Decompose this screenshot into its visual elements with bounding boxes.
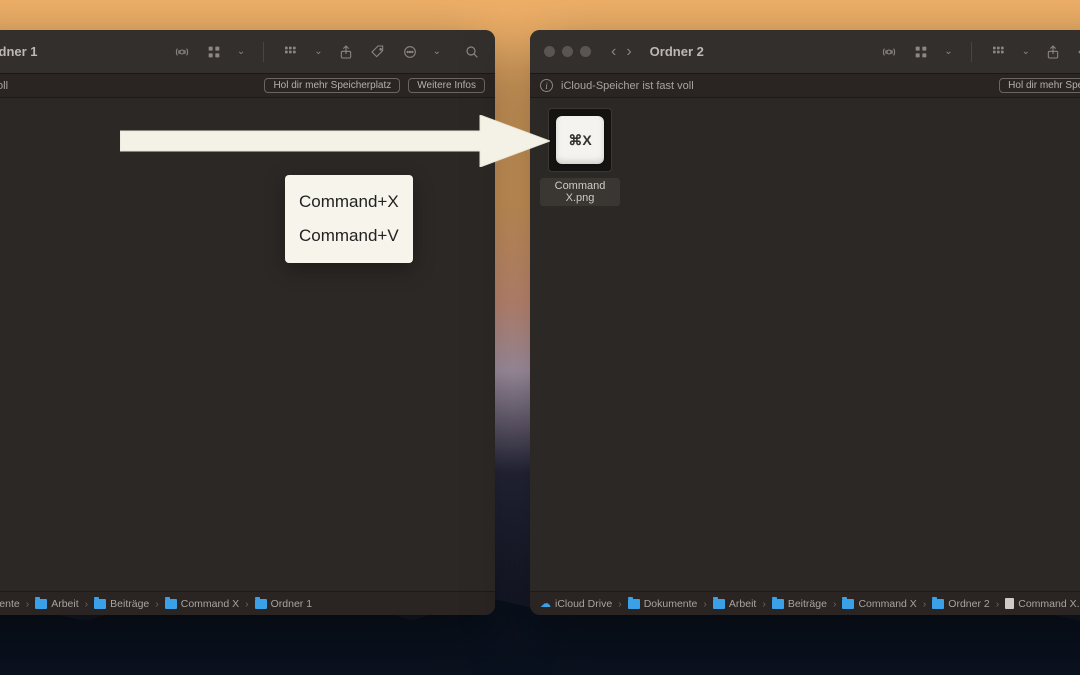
path-crumb[interactable]: Dokumente	[628, 598, 698, 610]
path-separator: ›	[85, 598, 89, 610]
path-crumb[interactable]: Arbeit	[713, 598, 756, 610]
search-icon[interactable]	[463, 43, 481, 61]
path-separator: ›	[155, 598, 159, 610]
minimize-button[interactable]	[562, 46, 573, 57]
window-title: Ordner 1	[0, 44, 38, 59]
group-icon[interactable]	[990, 43, 1008, 61]
file-item[interactable]: ⌘X Command X.png	[540, 108, 620, 206]
get-more-storage-button[interactable]: Hol dir mehr Speicherplatz	[264, 78, 400, 93]
path-crumb[interactable]: Dokumente	[0, 598, 20, 610]
chevron-down-icon[interactable]: ⌄	[944, 46, 952, 57]
path-crumb[interactable]: Ordner 1	[255, 598, 312, 610]
finder-window-right: ‹ › Ordner 2 ⌄ ⌄ i iCloud-Speicher ist f…	[530, 30, 1080, 615]
file-thumbnail: ⌘X	[548, 108, 612, 172]
titlebar: ‹ › Ordner 2 ⌄ ⌄	[530, 30, 1080, 74]
more-icon[interactable]	[401, 43, 419, 61]
path-separator: ›	[703, 598, 707, 610]
path-crumb[interactable]: Command X	[165, 598, 239, 610]
shortcut-overlay-card: Command+X Command+V	[285, 175, 413, 263]
file-name-label[interactable]: Command X.png	[540, 178, 620, 206]
path-separator: ›	[762, 598, 766, 610]
finder-window-left: › Ordner 1 ⌄ ⌄ ⌄ r ist fast voll Hol dir…	[0, 30, 495, 615]
view-grid-icon[interactable]	[205, 43, 223, 61]
folder-icon	[165, 599, 177, 609]
more-info-button[interactable]: Weitere Infos	[408, 78, 485, 93]
share-icon[interactable]	[1044, 43, 1062, 61]
path-crumb[interactable]: Arbeit	[35, 598, 78, 610]
chevron-down-icon[interactable]: ⌄	[433, 46, 441, 57]
path-crumb[interactable]: Command X.png	[1005, 598, 1080, 610]
nav-arrows: ‹ ›	[611, 43, 632, 61]
path-crumb[interactable]: Beiträge	[94, 598, 149, 610]
nav-back-icon[interactable]: ‹	[611, 43, 616, 61]
chevron-down-icon[interactable]: ⌄	[1022, 46, 1030, 57]
path-separator: ›	[26, 598, 30, 610]
toolbar-icons: ⌄ ⌄	[880, 42, 1080, 62]
toolbar-icons: ⌄ ⌄ ⌄	[173, 42, 481, 62]
notice-text: iCloud-Speicher ist fast voll	[561, 80, 694, 92]
path-bar: ☁iCloud Drive › Dokumente › Arbeit › Bei…	[530, 591, 1080, 615]
path-crumb[interactable]: Command X	[842, 598, 916, 610]
airdrop-icon[interactable]	[880, 43, 898, 61]
icloud-notice-bar: i iCloud-Speicher ist fast voll Hol dir …	[530, 74, 1080, 98]
folder-content-area[interactable]: ⌘X Command X.png	[530, 98, 1080, 591]
window-controls	[544, 46, 591, 57]
path-crumb[interactable]: ☁iCloud Drive	[540, 597, 612, 610]
shortcut-line-2: Command+V	[299, 219, 399, 253]
folder-content-area[interactable]	[0, 98, 495, 591]
chevron-down-icon[interactable]: ⌄	[314, 46, 322, 57]
icloud-notice-bar: r ist fast voll Hol dir mehr Speicherpla…	[0, 74, 495, 98]
maximize-button[interactable]	[580, 46, 591, 57]
path-separator: ›	[245, 598, 249, 610]
airdrop-icon[interactable]	[173, 43, 191, 61]
folder-icon	[932, 599, 944, 609]
view-grid-icon[interactable]	[912, 43, 930, 61]
tag-icon[interactable]	[369, 43, 387, 61]
icloud-icon: ☁	[540, 597, 551, 610]
folder-icon	[713, 599, 725, 609]
nav-forward-icon[interactable]: ›	[626, 43, 631, 61]
share-icon[interactable]	[337, 43, 355, 61]
folder-icon	[255, 599, 267, 609]
path-separator: ›	[923, 598, 927, 610]
folder-icon	[35, 599, 47, 609]
titlebar: › Ordner 1 ⌄ ⌄ ⌄	[0, 30, 495, 74]
path-bar: Dokumente › Arbeit › Beiträge › Command …	[0, 591, 495, 615]
path-separator: ›	[618, 598, 622, 610]
folder-icon	[628, 599, 640, 609]
toolbar-separator	[263, 42, 264, 62]
get-more-storage-button[interactable]: Hol dir mehr Speicherplat	[999, 78, 1080, 93]
folder-icon	[772, 599, 784, 609]
tag-icon[interactable]	[1076, 43, 1080, 61]
path-crumb[interactable]: Ordner 2	[932, 598, 989, 610]
group-icon[interactable]	[282, 43, 300, 61]
folder-icon	[842, 599, 854, 609]
info-icon: i	[540, 79, 553, 92]
folder-icon	[94, 599, 106, 609]
path-separator: ›	[833, 598, 837, 610]
toolbar-separator	[971, 42, 972, 62]
file-icon	[1005, 598, 1014, 609]
close-button[interactable]	[544, 46, 555, 57]
path-separator: ›	[996, 598, 1000, 610]
chevron-down-icon[interactable]: ⌄	[237, 46, 245, 57]
keycap-icon: ⌘X	[556, 116, 604, 164]
shortcut-line-1: Command+X	[299, 185, 399, 219]
window-title: Ordner 2	[650, 44, 704, 59]
notice-text: r ist fast voll	[0, 80, 8, 92]
path-crumb[interactable]: Beiträge	[772, 598, 827, 610]
